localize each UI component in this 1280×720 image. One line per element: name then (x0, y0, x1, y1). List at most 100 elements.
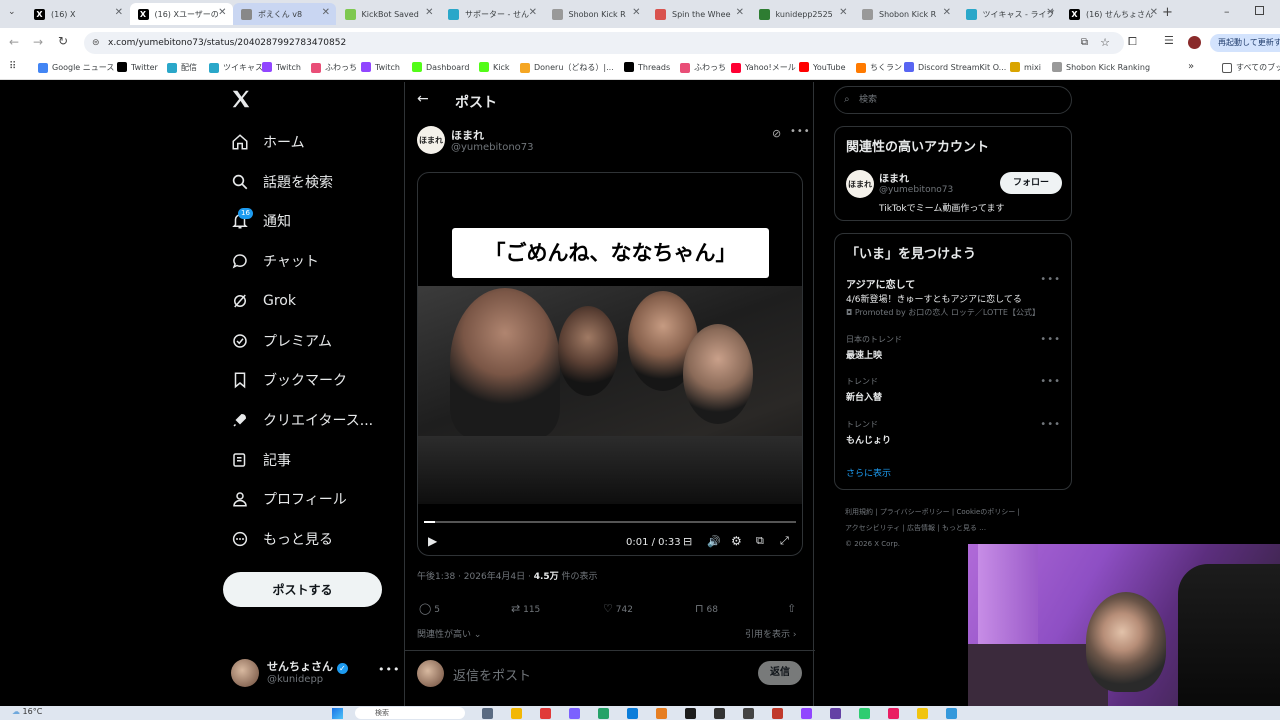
bookmark-item[interactable]: Shobon Kick Ranking (1052, 62, 1150, 72)
taskbar-app-icon[interactable] (685, 708, 696, 719)
nav-item-premium[interactable]: プレミアム (230, 326, 332, 356)
close-tab-icon[interactable]: ✕ (1046, 7, 1054, 18)
footer-link[interactable]: 利用規約 (845, 508, 873, 516)
extensions-icon[interactable]: ⧠ (1128, 35, 1137, 49)
trend-item[interactable]: トレンド ••• 新台入替 (835, 376, 1073, 406)
nav-item-bell[interactable]: 16 通知 (230, 206, 291, 236)
video-player[interactable]: 「ごめんね、ななちゃん」 ▶ 0:01 / 0:33 ⊟ 🔊 ⚙ ⧉ ⤢ (417, 172, 803, 556)
close-tab-icon[interactable]: ✕ (529, 7, 537, 18)
like-button[interactable]: ♡ 742 (603, 602, 633, 615)
trend-more-icon[interactable]: ••• (1040, 274, 1061, 285)
x-logo[interactable] (230, 88, 252, 110)
pip-icon[interactable]: ⧉ (756, 534, 764, 548)
video-progress-track[interactable] (424, 521, 796, 523)
start-icon[interactable] (332, 708, 343, 719)
taskbar-app-icon[interactable] (830, 708, 841, 719)
nav-item-profile[interactable]: プロフィール (230, 484, 347, 514)
taskbar-app-icon[interactable] (627, 708, 638, 719)
reload-icon[interactable]: ↻ (58, 34, 68, 48)
search-input[interactable]: ⌕ 検索 (834, 86, 1072, 114)
bookmark-item[interactable]: Discord StreamKit O... (904, 62, 1006, 72)
footer-link[interactable]: もっと見る … (942, 524, 986, 532)
browser-tab[interactable]: ツイキャス - ライブ ✕ (958, 3, 1061, 25)
author-avatar[interactable]: ほまれ (417, 126, 445, 154)
trend-more-icon[interactable]: ••• (1040, 376, 1061, 387)
reply-button[interactable]: ◯ 5 (419, 602, 440, 615)
nav-item-more-circle[interactable]: もっと見る (230, 524, 333, 554)
taskbar-app-icon[interactable] (888, 708, 899, 719)
author-name[interactable]: ほまれ (451, 127, 484, 143)
relevance-sort[interactable]: 関連性が高い ⌄ (417, 627, 481, 640)
related-account-avatar[interactable]: ほまれ (846, 170, 874, 198)
close-tab-icon[interactable]: ✕ (839, 7, 847, 18)
browser-tab[interactable]: Shobon Kick R ✕ (854, 3, 957, 25)
post-more-icon[interactable]: ••• (790, 126, 811, 137)
footer-link[interactable]: 広告情報 (907, 524, 935, 532)
taskbar-app-icon[interactable] (859, 708, 870, 719)
share-icon[interactable]: ⇧ (787, 602, 796, 615)
bookmark-item[interactable]: ふわっち (680, 62, 726, 73)
star-icon[interactable]: ☆ (1100, 32, 1110, 54)
reply-input[interactable]: 返信をポスト (453, 665, 531, 684)
trend-item[interactable]: トレンド ••• もんじょり (835, 419, 1073, 449)
profile-avatar[interactable] (1188, 36, 1201, 49)
nav-item-bookmark[interactable]: ブックマーク (230, 365, 347, 395)
taskbar-app-icon[interactable] (714, 708, 725, 719)
close-tab-icon[interactable]: ✕ (736, 7, 744, 18)
browser-tab[interactable]: X (16) X ✕ (26, 3, 129, 25)
account-switcher[interactable]: せんちょさん ✓ @kunidepp ••• (231, 657, 399, 689)
reading-list-icon[interactable]: ☰ (1164, 34, 1174, 47)
close-tab-icon[interactable]: ✕ (115, 7, 123, 18)
taskbar-app-icon[interactable] (540, 708, 551, 719)
taskbar-app-icon[interactable] (743, 708, 754, 719)
bookmark-item[interactable]: ふわっち (311, 62, 357, 73)
taskbar-search[interactable]: 検索 (355, 707, 465, 719)
close-tab-icon[interactable]: ✕ (943, 7, 951, 18)
play-icon[interactable]: ▶ (428, 534, 437, 548)
bookmark-item[interactable]: Twitch (361, 62, 400, 72)
taskbar-app-icon[interactable] (801, 708, 812, 719)
browser-tab[interactable]: KickBot Saved ✕ (337, 3, 440, 25)
forward-icon[interactable]: → (33, 35, 43, 49)
close-tab-icon[interactable]: ✕ (1150, 7, 1158, 18)
volume-icon[interactable]: 🔊 (707, 535, 721, 548)
bookmark-item[interactable]: Kick (479, 62, 510, 72)
reply-submit-button[interactable]: 返信 (758, 661, 802, 685)
trend-more-icon[interactable]: ••• (1040, 334, 1061, 345)
browser-tab[interactable]: ポえくん v8 ✕ (233, 3, 336, 25)
browser-tab[interactable]: Shobon Kick R ✕ (544, 3, 647, 25)
bookmark-item[interactable]: ちくラン (856, 62, 902, 73)
apps-icon[interactable]: ⠿ (9, 61, 16, 72)
close-tab-icon[interactable]: ✕ (632, 7, 640, 18)
nav-item-home[interactable]: ホーム (230, 127, 305, 157)
nav-item-search[interactable]: 話題を検索 (230, 167, 333, 197)
bookmark-item[interactable]: ツイキャス (209, 62, 263, 73)
close-tab-icon[interactable]: ✕ (425, 7, 433, 18)
bookmark-item[interactable]: Dashboard (412, 62, 469, 72)
bookmarks-overflow-icon[interactable]: » (1188, 61, 1194, 72)
nav-item-grok[interactable]: Grok (230, 286, 296, 316)
related-account-name[interactable]: ほまれ (879, 170, 909, 185)
new-tab-icon[interactable]: + (1162, 5, 1173, 20)
trend-item[interactable]: アジアに恋して ••• 4/6新登場！きゅーすともアジアに恋してる ◘ Prom… (835, 274, 1073, 322)
show-more-link[interactable]: さらに表示 (846, 466, 891, 479)
tab-list-dropdown-icon[interactable]: ⌄ (8, 7, 16, 17)
fullscreen-icon[interactable]: ⤢ (780, 534, 789, 548)
close-tab-icon[interactable]: ✕ (322, 7, 330, 18)
footer-link[interactable]: アクセシビリティ (845, 524, 900, 532)
install-icon[interactable]: ⧉ (1081, 32, 1088, 54)
trend-item[interactable]: 日本のトレンド ••• 最速上映 (835, 334, 1073, 364)
browser-tab[interactable]: サポーター - せん ✕ (440, 3, 543, 25)
taskbar-app-icon[interactable] (482, 708, 493, 719)
trend-more-icon[interactable]: ••• (1040, 419, 1061, 430)
captions-icon[interactable]: ⊟ (683, 535, 692, 548)
account-more-icon[interactable]: ••• (378, 663, 400, 676)
all-bookmarks[interactable]: すべてのブック (1222, 62, 1280, 73)
bookmark-item[interactable]: Google ニュース (38, 62, 114, 73)
browser-tab[interactable]: Spin the Whee ✕ (647, 3, 750, 25)
url-field[interactable]: ⊜ x.com/yumebitono73/status/204028799278… (84, 32, 1124, 54)
bookmark-item[interactable]: 配信 (167, 62, 197, 73)
post-timestamp[interactable]: 午後1:38 · 2026年4月4日 · (417, 572, 534, 582)
maximize-icon[interactable] (1255, 6, 1264, 15)
repost-button[interactable]: ⇄ 115 (511, 602, 540, 615)
